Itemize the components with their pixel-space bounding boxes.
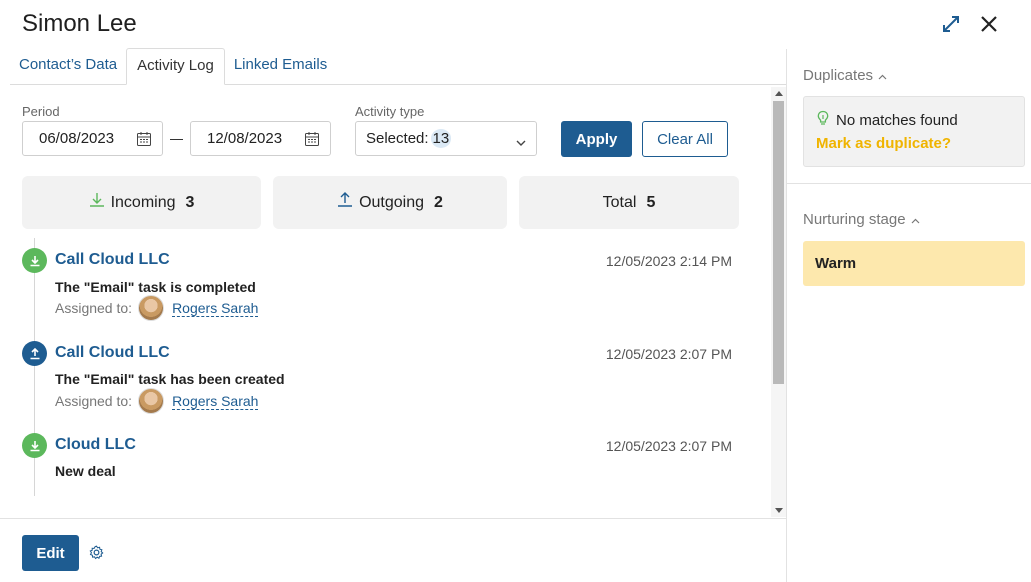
outgoing-stat[interactable]: Outgoing 2 bbox=[273, 176, 507, 229]
total-count: 5 bbox=[646, 193, 656, 211]
calendar-icon[interactable] bbox=[304, 131, 320, 151]
assigned-row: Assigned to: Rogers Sarah bbox=[55, 388, 259, 414]
duplicates-section-header[interactable]: Duplicates bbox=[803, 67, 887, 84]
date-from-field[interactable]: 06/08/2023 bbox=[22, 121, 163, 156]
header-actions bbox=[939, 12, 1001, 36]
total-label: Total bbox=[602, 193, 637, 211]
expand-arrows-icon[interactable] bbox=[939, 12, 963, 36]
chevron-up-icon bbox=[878, 67, 887, 84]
activity-description: The "Email" task is completed bbox=[55, 279, 256, 295]
duplicates-label: Duplicates bbox=[803, 67, 874, 84]
incoming-activity-icon bbox=[22, 248, 47, 273]
tab-activity-log[interactable]: Activity Log bbox=[126, 48, 225, 85]
panel-divider bbox=[786, 49, 787, 582]
scroll-up-icon[interactable] bbox=[775, 91, 783, 96]
incoming-activity-icon bbox=[22, 433, 47, 458]
assigned-row: Assigned to: Rogers Sarah bbox=[55, 295, 259, 321]
activity-description: The "Email" task has been created bbox=[55, 371, 285, 387]
activity-type-value: Selected: bbox=[366, 130, 429, 147]
apply-button[interactable]: Apply bbox=[561, 121, 632, 157]
no-matches-text: No matches found bbox=[836, 111, 958, 129]
activity-time: 12/05/2023 2:07 PM bbox=[605, 346, 732, 362]
nurturing-label: Nurturing stage bbox=[803, 211, 906, 228]
activity-title[interactable]: Cloud LLC bbox=[55, 436, 136, 454]
assignee-link[interactable]: Rogers Sarah bbox=[172, 300, 259, 317]
incoming-label: Incoming bbox=[110, 193, 176, 211]
outgoing-activity-icon bbox=[22, 341, 47, 366]
assigned-label: Assigned to: bbox=[55, 393, 133, 409]
tab-linked-emails[interactable]: Linked Emails bbox=[225, 48, 336, 84]
avatar bbox=[138, 388, 165, 414]
assigned-label: Assigned to: bbox=[55, 300, 133, 316]
tab-contacts-data[interactable]: Contact’s Data bbox=[10, 48, 126, 84]
activity-title[interactable]: Call Cloud LLC bbox=[55, 251, 170, 269]
date-to-field[interactable]: 12/08/2023 bbox=[190, 121, 331, 156]
activity-type-select[interactable]: Selected: 13 bbox=[355, 121, 537, 156]
outgoing-label: Outgoing bbox=[359, 193, 425, 211]
duplicates-box: No matches found Mark as duplicate? bbox=[803, 96, 1025, 167]
incoming-icon bbox=[89, 192, 105, 213]
gear-icon[interactable] bbox=[89, 545, 104, 565]
activity-title[interactable]: Call Cloud LLC bbox=[55, 344, 170, 362]
activity-time: 12/05/2023 2:14 PM bbox=[605, 253, 732, 269]
activity-time: 12/05/2023 2:07 PM bbox=[605, 438, 732, 454]
nurturing-stage-value[interactable]: Warm bbox=[803, 241, 1025, 286]
close-icon[interactable] bbox=[977, 12, 1001, 36]
outgoing-count: 2 bbox=[434, 193, 443, 211]
avatar bbox=[138, 295, 165, 321]
no-matches-row: No matches found bbox=[816, 110, 958, 130]
chevron-up-icon bbox=[911, 211, 920, 228]
scroll-down-icon[interactable] bbox=[775, 508, 783, 513]
activity-type-count: 13 bbox=[430, 129, 452, 148]
assignee-link[interactable]: Rogers Sarah bbox=[172, 393, 259, 410]
mark-duplicate-link[interactable]: Mark as duplicate? bbox=[816, 135, 951, 152]
total-stat[interactable]: Total 5 bbox=[519, 176, 739, 229]
incoming-count: 3 bbox=[185, 193, 195, 211]
period-label: Period bbox=[22, 104, 60, 119]
clear-all-button[interactable]: Clear All bbox=[642, 121, 728, 157]
chevron-down-icon bbox=[516, 134, 526, 151]
edit-button[interactable]: Edit bbox=[22, 535, 79, 571]
activity-scrollbar[interactable] bbox=[771, 87, 786, 517]
date-to-value: 12/08/2023 bbox=[207, 130, 283, 147]
activity-type-label: Activity type bbox=[355, 104, 425, 119]
date-from-value: 06/08/2023 bbox=[39, 130, 115, 147]
footer-bar bbox=[0, 518, 786, 582]
activity-description: New deal bbox=[55, 463, 116, 479]
lightbulb-icon bbox=[816, 110, 830, 130]
nurturing-section-header[interactable]: Nurturing stage bbox=[803, 211, 920, 228]
incoming-stat[interactable]: Incoming 3 bbox=[22, 176, 261, 229]
sidebar-divider bbox=[787, 183, 1031, 184]
tab-bar: Contact’s Data Activity Log Linked Email… bbox=[10, 48, 786, 85]
page-title: Simon Lee bbox=[22, 10, 137, 37]
scrollbar-thumb[interactable] bbox=[773, 101, 784, 384]
calendar-icon[interactable] bbox=[136, 131, 152, 151]
outgoing-icon bbox=[337, 192, 353, 213]
date-range-dash bbox=[170, 139, 183, 140]
